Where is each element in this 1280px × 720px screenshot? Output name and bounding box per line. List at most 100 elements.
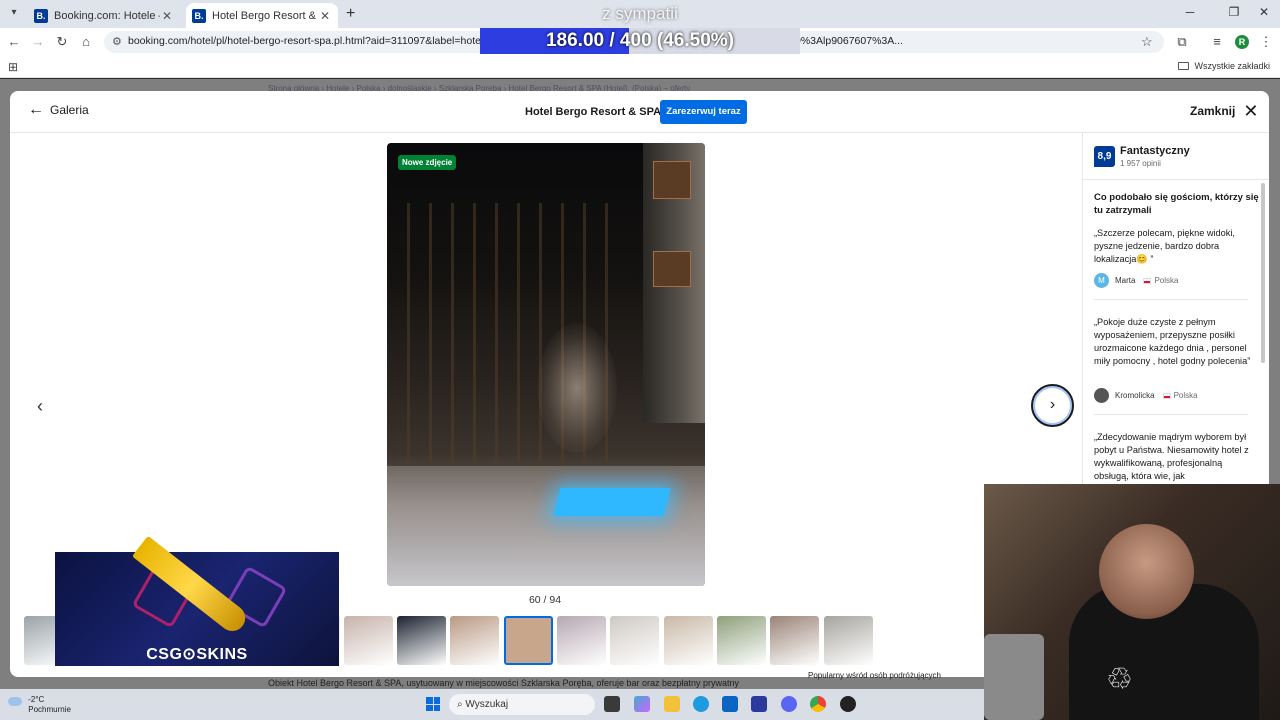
thumbnail[interactable] <box>770 616 820 665</box>
thumbnail[interactable] <box>610 616 660 665</box>
thumbnail[interactable] <box>663 616 713 665</box>
main-photo: Nowe zdjęcie <box>387 143 705 586</box>
minimize-icon[interactable]: ─ <box>1180 5 1200 19</box>
chrome-icon[interactable] <box>810 696 826 712</box>
poland-flag-icon <box>1162 392 1171 399</box>
photo-counter: 60 / 94 <box>528 594 562 606</box>
avatar <box>1094 388 1109 403</box>
bookmark-star-icon[interactable]: ☆ <box>1141 34 1153 50</box>
site-info-icon[interactable]: ⚙ <box>112 35 122 48</box>
photo-balcony <box>653 251 691 287</box>
review-author: Kromolicka Polska <box>1094 388 1198 403</box>
close-gallery-button[interactable]: Zamknij ✕ <box>1190 101 1259 121</box>
hotel-name: Hotel Bergo Resort & SPA <box>525 106 662 118</box>
booking-favicon-icon: B. <box>34 8 48 23</box>
all-bookmarks-label: Wszystkie zakładki <box>1194 61 1270 71</box>
media-icon[interactable]: ≡ <box>1209 34 1225 50</box>
streamer-webcam: ♲ <box>984 484 1280 720</box>
sponsor-ad-overlay: CSG⊙SKINS <box>55 552 339 666</box>
thumbnail[interactable] <box>716 616 766 665</box>
review-author: M Marta Polska <box>1094 273 1178 288</box>
divider <box>1094 414 1248 415</box>
maximize-icon[interactable]: ❐ <box>1224 5 1244 19</box>
popular-label: Popularny wśród osób podróżujących <box>808 671 941 680</box>
author-country: Polska <box>1173 391 1198 400</box>
weather-widget[interactable]: -2°C Pochmurnie <box>8 695 71 715</box>
profile-avatar[interactable]: R <box>1235 35 1249 49</box>
review-text: „Zdecydowanie mądrym wyborem był pobyt u… <box>1094 432 1249 481</box>
review-score-word: Fantastyczny <box>1120 145 1190 157</box>
booking-favicon-icon: B. <box>192 8 206 23</box>
review-count[interactable]: 1 957 opinii <box>1120 159 1161 168</box>
forward-icon[interactable]: → <box>30 34 46 50</box>
photo-snow <box>387 466 705 586</box>
reviews-scrollbar[interactable] <box>1261 183 1265 363</box>
weather-condition: Pochmurnie <box>28 705 71 714</box>
edge-icon[interactable] <box>693 696 709 712</box>
search-placeholder: Wyszukaj <box>465 699 509 710</box>
thumbnail[interactable] <box>823 616 873 665</box>
windows-start-icon[interactable] <box>426 697 440 711</box>
guests-liked-title: Co podobało się gościom, którzy się tu z… <box>1094 192 1259 216</box>
discord-icon[interactable] <box>781 696 797 712</box>
tab-hotel-bergo[interactable]: B. Hotel Bergo Resort & SPA, Szkl ✕ <box>186 3 338 28</box>
thumbnail[interactable] <box>450 616 500 665</box>
divider <box>1094 299 1248 300</box>
author-country: Polska <box>1154 276 1179 285</box>
shirt-logo-icon: ♲ <box>1106 663 1133 696</box>
taskbar-search[interactable]: ⌕ Wyszukaj <box>449 694 595 715</box>
gallery-back-button[interactable]: ← Galeria <box>28 101 89 118</box>
poland-flag-icon <box>1143 277 1152 284</box>
home-icon[interactable]: ⌂ <box>78 34 94 50</box>
review-text: „Szczerze polecam, piękne widoki, pyszne… <box>1094 228 1235 264</box>
thumbnail[interactable] <box>503 616 553 665</box>
back-icon[interactable]: ← <box>6 34 22 50</box>
bookmarks-bar: ⊞ Wszystkie zakładki <box>0 56 1280 78</box>
new-tab-button[interactable]: + <box>346 5 355 23</box>
tab-close-icon[interactable]: ✕ <box>160 9 174 23</box>
close-icon: ✕ <box>1243 101 1259 121</box>
outlook-icon[interactable] <box>722 696 738 712</box>
reload-icon[interactable]: ↻ <box>54 34 70 50</box>
sponsor-logo: CSG⊙SKINS <box>146 646 248 663</box>
new-photo-badge: Nowe zdjęcie <box>398 155 457 170</box>
next-photo-button[interactable]: › <box>1031 384 1074 427</box>
cloud-icon <box>8 697 22 706</box>
hotel-description: Obiekt Hotel Bergo Resort & SPA, usytuow… <box>268 678 740 688</box>
review-text: „Pokoje duże czyste z pełnym wyposażenie… <box>1094 317 1251 366</box>
store-icon[interactable] <box>751 696 767 712</box>
all-bookmarks-button[interactable]: Wszystkie zakładki <box>1178 61 1270 71</box>
author-name: Kromolicka <box>1115 391 1155 400</box>
modal-header: ← Galeria Hotel Bergo Resort & SPA Zarez… <box>10 91 1269 133</box>
apps-grid-icon[interactable]: ⊞ <box>8 60 18 74</box>
photo-hot-tub <box>553 488 671 516</box>
folder-icon <box>1178 62 1190 70</box>
photo-steam <box>537 323 617 453</box>
avatar: M <box>1094 273 1109 288</box>
divider <box>1083 179 1269 180</box>
tab-close-icon[interactable]: ✕ <box>318 9 332 23</box>
window-close-icon[interactable]: ✕ <box>1254 5 1274 19</box>
arrow-left-icon: ← <box>28 101 44 118</box>
task-view-icon[interactable] <box>604 696 620 712</box>
tab-booking-hotels[interactable]: B. Booking.com: Hotele – Szklarsk ✕ <box>28 3 180 28</box>
photo-balcony <box>653 161 691 199</box>
gallery-back-label: Galeria <box>50 103 89 117</box>
menu-icon[interactable]: ⋮ <box>1258 34 1274 50</box>
file-explorer-icon[interactable] <box>664 696 680 712</box>
temperature: -2°C <box>28 695 45 704</box>
phone-graphic <box>984 634 1044 720</box>
thumbnail[interactable] <box>557 616 606 665</box>
tab-search-chevron-icon[interactable]: ▾ <box>6 5 22 21</box>
thumbnail[interactable] <box>343 616 393 665</box>
copilot-icon[interactable] <box>634 696 650 712</box>
windows-taskbar: -2°C Pochmurnie ⌕ Wyszukaj <box>0 689 984 720</box>
tab-title: Booking.com: Hotele – Szklarsk <box>54 9 160 22</box>
donation-progress-text: 186.00 / 400 (46.50%) <box>545 30 735 51</box>
thumbnail[interactable] <box>397 616 447 665</box>
reserve-now-button[interactable]: Zarezerwuj teraz <box>660 100 747 124</box>
previous-photo-button[interactable]: ‹ <box>32 396 48 417</box>
stream-overlay-title: z sympatii <box>602 4 678 23</box>
extensions-icon[interactable]: ⧉ <box>1174 34 1190 50</box>
app-icon[interactable] <box>840 696 856 712</box>
